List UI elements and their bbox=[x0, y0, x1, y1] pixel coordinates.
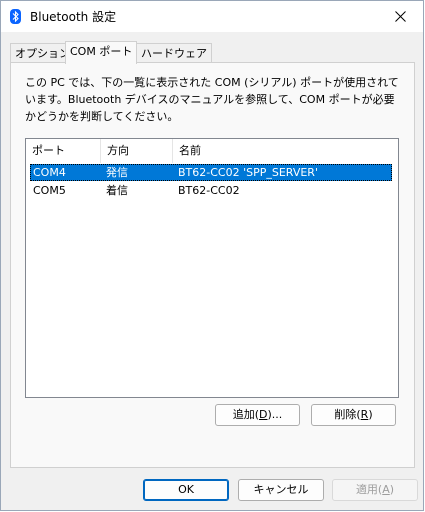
remove-button[interactable]: 削除(R) bbox=[311, 404, 396, 426]
column-header-port[interactable]: ポート bbox=[26, 139, 101, 163]
close-icon bbox=[394, 11, 406, 22]
direction-cell: 発信 bbox=[106, 166, 128, 179]
name-cell: BT62-CC02 'SPP_SERVER' bbox=[178, 166, 318, 179]
list-header: ポート 方向 名前 bbox=[26, 139, 398, 163]
port-cell: COM5 bbox=[33, 184, 66, 197]
name-cell: BT62-CC02 bbox=[178, 184, 240, 197]
column-header-direction[interactable]: 方向 bbox=[101, 139, 173, 163]
add-button[interactable]: 追加(D)... bbox=[215, 404, 300, 426]
add-button-label-suffix: )... bbox=[267, 408, 283, 421]
port-cell: COM4 bbox=[33, 166, 66, 179]
cancel-button[interactable]: キャンセル bbox=[238, 479, 324, 501]
add-button-label: 追加( bbox=[232, 408, 260, 421]
remove-button-label: 削除( bbox=[334, 408, 361, 421]
direction-cell: 着信 bbox=[106, 184, 128, 197]
list-item[interactable]: COM4 発信 BT62-CC02 'SPP_SERVER' bbox=[30, 164, 392, 181]
apply-button-accesskey: A bbox=[382, 483, 390, 496]
com-port-list[interactable]: ポート 方向 名前 COM4 発信 BT62-CC02 'SPP_SERVER'… bbox=[25, 138, 399, 398]
remove-button-label-suffix: ) bbox=[368, 408, 373, 421]
tab-hardware[interactable]: ハードウェア bbox=[136, 43, 212, 64]
bluetooth-settings-dialog: Bluetooth 設定 オプション COM ポート ハードウェア この PC … bbox=[0, 0, 424, 511]
apply-button[interactable]: 適用(A) bbox=[332, 479, 418, 501]
apply-button-label-suffix: ) bbox=[389, 483, 395, 496]
bluetooth-icon bbox=[10, 9, 21, 24]
title-bar[interactable]: Bluetooth 設定 bbox=[1, 1, 423, 32]
column-header-name[interactable]: 名前 bbox=[173, 139, 398, 163]
list-item[interactable]: COM5 着信 BT62-CC02 bbox=[30, 182, 392, 199]
apply-button-label: 適用( bbox=[355, 483, 383, 496]
close-button[interactable] bbox=[377, 1, 423, 32]
ok-button[interactable]: OK bbox=[143, 479, 229, 501]
description-text: この PC では、下の一覧に表示された COM (シリアル) ポートが使用されて… bbox=[25, 76, 399, 123]
com-ports-panel: この PC では、下の一覧に表示された COM (シリアル) ポートが使用されて… bbox=[10, 62, 415, 468]
window-title: Bluetooth 設定 bbox=[30, 10, 117, 24]
add-button-accesskey: D bbox=[259, 408, 268, 421]
tab-com-ports[interactable]: COM ポート bbox=[65, 41, 138, 64]
